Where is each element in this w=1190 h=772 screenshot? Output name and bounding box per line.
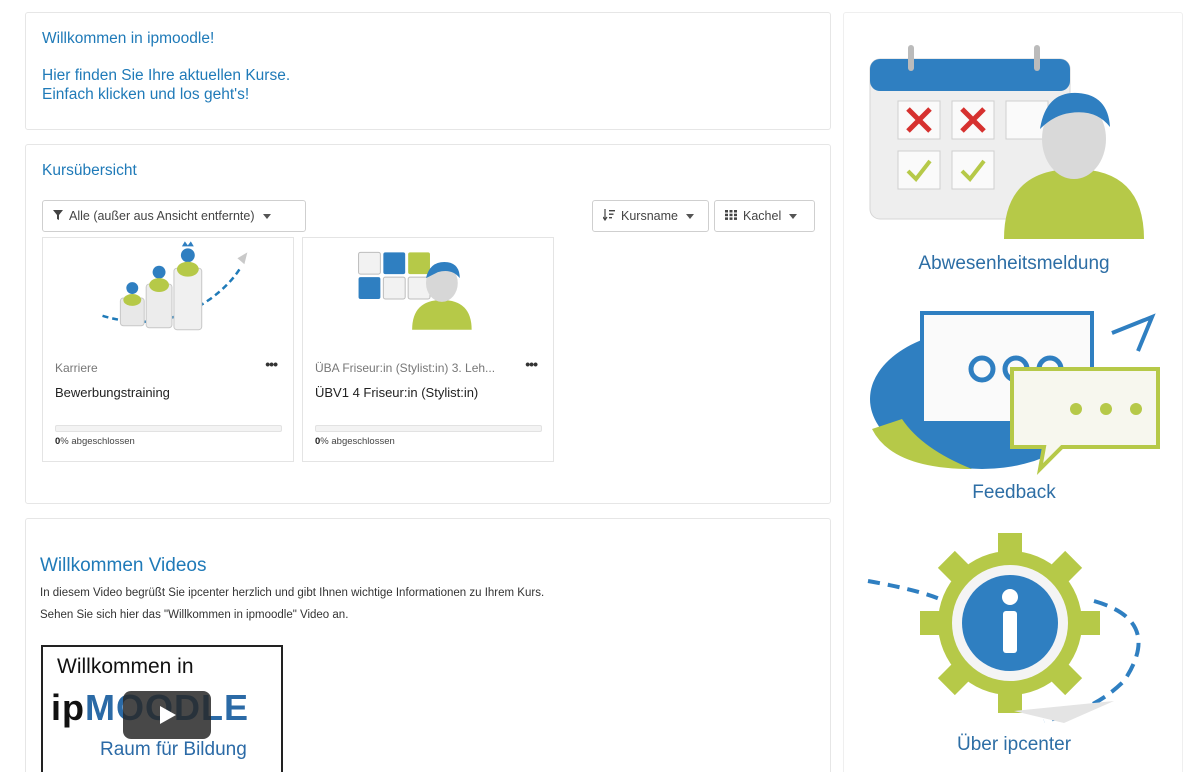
more-options-icon[interactable]: ••• bbox=[525, 356, 538, 372]
sort-icon bbox=[602, 208, 615, 224]
welcome-line-1: Hier finden Sie Ihre aktuellen Kurse. bbox=[42, 67, 291, 84]
chevron-down-icon bbox=[685, 213, 694, 219]
course-name[interactable]: ÜBV1 4 Friseur:in (Stylist:in) bbox=[315, 385, 478, 400]
play-icon[interactable] bbox=[123, 691, 211, 739]
career-illustration bbox=[102, 241, 248, 331]
course-category: ÜBA Friseur:in (Stylist:in) 3. Leh... bbox=[315, 361, 496, 375]
view-dropdown[interactable]: Kachel bbox=[714, 200, 815, 232]
filter-icon bbox=[53, 209, 63, 223]
course-card[interactable]: ÜBA Friseur:in (Stylist:in) 3. Leh... ••… bbox=[302, 237, 554, 462]
course-name[interactable]: Bewerbungstraining bbox=[55, 385, 170, 400]
thumbnail-subtitle: Raum für Bildung bbox=[100, 739, 247, 760]
welcome-line-2: Einfach klicken und los geht's! bbox=[42, 86, 250, 103]
view-label: Kachel bbox=[743, 209, 782, 223]
progress-text: 0% abgeschlossen bbox=[315, 436, 395, 447]
videos-description-2: Sehen Sie sich hier das "Willkommen in i… bbox=[40, 609, 349, 621]
filter-label: Alle (außer aus Ansicht entfernte) bbox=[69, 209, 255, 223]
about-ipcenter-link[interactable]: Über ipcenter bbox=[844, 734, 1184, 756]
chevron-down-icon bbox=[789, 213, 798, 219]
progress-bar bbox=[315, 425, 542, 432]
side-links-block: Abwesenheitsmeldung Feedback Über ipcent… bbox=[843, 12, 1183, 772]
more-options-icon[interactable]: ••• bbox=[265, 356, 278, 372]
sort-dropdown[interactable]: Kursname bbox=[592, 200, 709, 232]
calendar-person-icon[interactable] bbox=[864, 41, 1164, 251]
absence-report-link[interactable]: Abwesenheitsmeldung bbox=[844, 253, 1184, 275]
filter-dropdown[interactable]: Alle (außer aus Ansicht entfernte) bbox=[42, 200, 306, 232]
progress-suffix: % abgeschlossen bbox=[320, 436, 395, 447]
videos-card: Willkommen Videos In diesem Video begrüß… bbox=[25, 518, 831, 772]
course-overview-title: Kursübersicht bbox=[42, 162, 137, 179]
progress-suffix: % abgeschlossen bbox=[60, 436, 135, 447]
progress-text: 0% abgeschlossen bbox=[55, 436, 135, 447]
course-overview-card: Kursübersicht Alle (außer aus Ansicht en… bbox=[25, 144, 831, 504]
videos-description-1: In diesem Video begrüßt Sie ipcenter her… bbox=[40, 587, 545, 599]
welcome-card: Willkommen in ipmoodle! Hier finden Sie … bbox=[25, 12, 831, 130]
sort-label: Kursname bbox=[621, 209, 678, 223]
course-category: Karriere bbox=[55, 361, 98, 375]
feedback-icon[interactable] bbox=[862, 299, 1172, 479]
chevron-down-icon bbox=[262, 213, 271, 219]
info-gear-icon[interactable] bbox=[864, 531, 1164, 731]
videos-title: Willkommen Videos bbox=[40, 555, 207, 576]
tiles-person-illustration bbox=[358, 251, 472, 330]
video-thumbnail[interactable]: Willkommen in ipMOODLE Raum für Bildung bbox=[41, 645, 283, 772]
thumbnail-title: Willkommen in bbox=[57, 655, 194, 678]
welcome-title: Willkommen in ipmoodle! bbox=[42, 30, 215, 47]
course-card[interactable]: Karriere ••• Bewerbungstraining 0% abges… bbox=[42, 237, 294, 462]
progress-bar bbox=[55, 425, 282, 432]
grid-icon bbox=[725, 209, 737, 223]
feedback-link[interactable]: Feedback bbox=[844, 482, 1184, 504]
